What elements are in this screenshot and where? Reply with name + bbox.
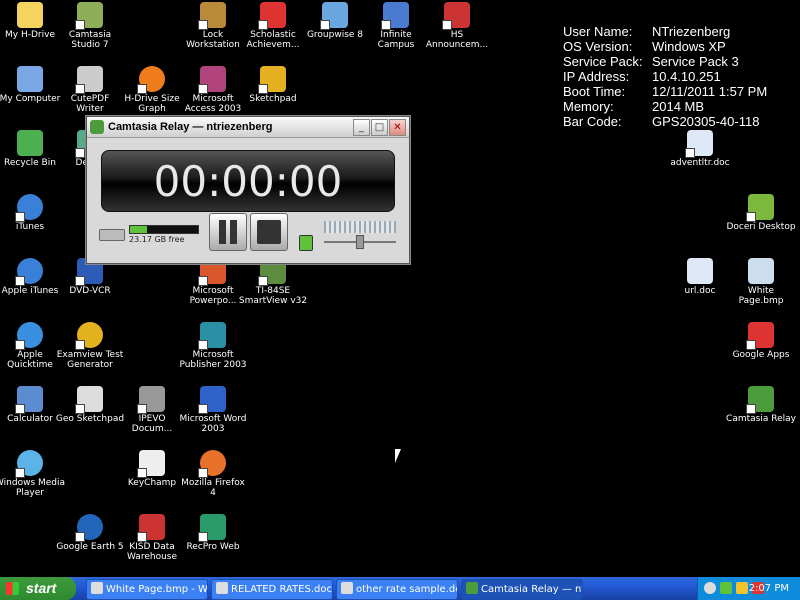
doceri-icon: [746, 194, 774, 222]
tray-app-icon[interactable]: [720, 582, 732, 594]
quicktime-icon: [15, 322, 43, 350]
printer-icon: [75, 66, 103, 94]
disk-usage-fill: [130, 226, 147, 233]
announcement-icon: [442, 2, 470, 30]
camtasia-relay-icon: [466, 582, 478, 594]
sysinfo-row: Memory: 2014 MB: [563, 99, 705, 114]
pie-chart-icon: [137, 66, 165, 94]
pause-icon: [216, 220, 240, 244]
desktop-icon-google-apps[interactable]: Google Apps: [724, 320, 798, 360]
taskbar-item-other-rate[interactable]: other rate sample.do...: [336, 579, 458, 600]
desktop-icon-word[interactable]: Microsoft Word 2003: [176, 384, 250, 434]
window-title: Camtasia Relay — ntriezenberg: [108, 121, 273, 133]
sysinfo-row: OS Version: Windows XP: [563, 39, 726, 54]
computer-icon: [17, 66, 43, 92]
desktop-icon-firefox[interactable]: Mozilla Firefox 4: [176, 448, 250, 498]
lock-icon: [198, 2, 226, 30]
groupwise-icon: [320, 2, 348, 30]
pause-button[interactable]: [209, 213, 247, 251]
taskbar: start White Page.bmp - Wi... RELATED RAT…: [0, 577, 800, 600]
sysinfo-row: Boot Time: 12/11/2011 1:57 PM: [563, 84, 768, 99]
taskbar-item-related-rates[interactable]: RELATED RATES.doc ...: [211, 579, 333, 600]
desktop-icon-itunes[interactable]: iTunes: [0, 192, 67, 232]
taskbar-item-white-page[interactable]: White Page.bmp - Wi...: [86, 579, 208, 600]
desktop-icon-camtasia-relay[interactable]: Camtasia Relay: [724, 384, 798, 424]
slider-knob[interactable]: [356, 235, 364, 249]
folder-icon: [17, 2, 43, 28]
start-button[interactable]: start: [0, 577, 76, 600]
stop-button[interactable]: [250, 213, 288, 251]
word-doc-icon: [687, 258, 713, 284]
sketchpad-icon: [258, 66, 286, 94]
camtasia-relay-icon: [90, 120, 104, 134]
campus-icon: [381, 2, 409, 30]
document-camera-icon: [137, 386, 165, 414]
disk-usage-bar: [129, 225, 199, 234]
sysinfo-row: Bar Code: GPS20305-40-118: [563, 114, 760, 129]
paint-icon: [91, 582, 103, 594]
stop-icon: [257, 220, 281, 244]
taskbar-clock[interactable]: 2:07 PM: [749, 577, 789, 600]
media-player-icon: [15, 450, 43, 478]
word-doc-icon: [685, 130, 713, 158]
examview-icon: [75, 322, 103, 350]
recycle-bin-icon: [17, 130, 43, 156]
camtasia-studio-icon: [75, 2, 103, 30]
window-titlebar[interactable]: Camtasia Relay — ntriezenberg _ □ ✕: [87, 117, 409, 138]
word-doc-icon: [216, 582, 228, 594]
close-button[interactable]: ✕: [389, 119, 406, 136]
keychamp-icon: [137, 450, 165, 478]
bitmap-icon: [748, 258, 774, 284]
audio-level-meter: [324, 221, 396, 233]
disk-free-label: 23.17 GB free: [129, 235, 185, 244]
system-info-panel: User Name: NTriezenberg OS Version: Window…: [563, 24, 767, 129]
firefox-icon: [198, 450, 226, 478]
itunes-icon: [15, 194, 43, 222]
recpro-icon: [198, 514, 226, 542]
mouse-cursor-icon: [395, 449, 401, 463]
system-tray: 2:07 PM: [697, 577, 800, 600]
itunes-icon: [15, 258, 43, 286]
google-earth-icon: [75, 514, 103, 542]
desktop-icon-doceri[interactable]: Doceri Desktop: [724, 192, 798, 232]
minimize-button[interactable]: _: [353, 119, 370, 136]
desktop-icon-camtasia-studio[interactable]: Camtasia Studio 7: [53, 0, 127, 50]
word-doc-icon: [341, 582, 353, 594]
scholastic-icon: [258, 2, 286, 30]
calculator-icon: [15, 386, 43, 414]
geo-sketchpad-icon: [75, 386, 103, 414]
camtasia-relay-window[interactable]: Camtasia Relay — ntriezenberg _ □ ✕ 00:0…: [86, 116, 410, 264]
sysinfo-row: User Name: NTriezenberg: [563, 24, 731, 39]
desktop-icon-sketchpad[interactable]: Sketchpad: [236, 64, 310, 104]
tray-chevron-icon[interactable]: [704, 582, 716, 594]
access-icon: [198, 66, 226, 94]
taskbar-item-camtasia-relay[interactable]: Camtasia Relay — ntr...: [461, 579, 583, 600]
windows-logo-icon: [6, 582, 19, 595]
desktop-icon-adventltr[interactable]: adventltr.doc: [663, 128, 737, 168]
maximize-button[interactable]: □: [371, 119, 388, 136]
warehouse-icon: [137, 514, 165, 542]
volume-slider[interactable]: [324, 235, 396, 249]
sysinfo-row: IP Address: 10.4.10.251: [563, 69, 721, 84]
desktop-icon-hs-announcements[interactable]: HS Announcem...: [420, 0, 494, 50]
desktop-icon-media-player[interactable]: Windows Media Player: [0, 448, 67, 498]
hard-drive-icon: [99, 229, 125, 241]
desktop-icon-examview[interactable]: Examview Test Generator: [53, 320, 127, 370]
publisher-icon: [198, 322, 226, 350]
word-icon: [198, 386, 226, 414]
elapsed-timer: 00:00:00: [153, 157, 343, 206]
sysinfo-row: Service Pack: Service Pack 3: [563, 54, 739, 69]
tray-shield-icon[interactable]: [736, 582, 748, 594]
camtasia-relay-icon: [746, 386, 774, 414]
desktop-icon-recpro[interactable]: RecPro Web: [176, 512, 250, 552]
desktop-icon-publisher[interactable]: Microsoft Publisher 2003: [176, 320, 250, 370]
microphone-icon[interactable]: [299, 235, 313, 251]
desktop-icon-white-page[interactable]: White Page.bmp: [724, 256, 798, 306]
google-apps-icon: [746, 322, 774, 350]
timer-display: 00:00:00: [101, 150, 395, 212]
